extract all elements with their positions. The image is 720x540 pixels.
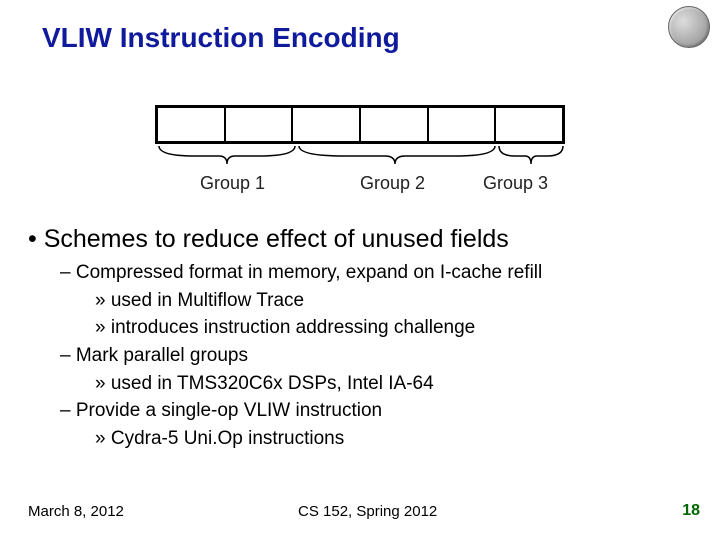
main-bullet: • Schemes to reduce effect of unused fie… xyxy=(28,225,509,254)
op-slot xyxy=(158,108,226,141)
op-slot xyxy=(293,108,361,141)
slide-title: VLIW Instruction Encoding xyxy=(42,22,400,54)
op-slot xyxy=(496,108,562,141)
group-3-label: Group 3 xyxy=(483,173,548,194)
group-braces-icon xyxy=(155,142,565,172)
op-slot xyxy=(429,108,497,141)
list-item: – Mark parallel groups xyxy=(60,343,542,369)
footer-course: CS 152, Spring 2012 xyxy=(298,503,437,520)
group-1-label: Group 1 xyxy=(200,173,265,194)
group-2-label: Group 2 xyxy=(360,173,425,194)
footer-page-number: 18 xyxy=(682,502,700,520)
list-item: » used in Multiflow Trace xyxy=(95,288,542,314)
list-item: – Provide a single-op VLIW instruction xyxy=(60,398,542,424)
list-item: » introduces instruction addressing chal… xyxy=(95,315,542,341)
footer-date: March 8, 2012 xyxy=(28,503,124,520)
op-slot xyxy=(226,108,294,141)
sub-bullet-list: – Compressed format in memory, expand on… xyxy=(60,260,542,453)
seal-logo-icon xyxy=(668,6,710,48)
list-item: » Cydra-5 Uni.Op instructions xyxy=(95,426,542,452)
list-item: – Compressed format in memory, expand on… xyxy=(60,260,542,286)
instruction-encoding-diagram xyxy=(155,105,565,177)
instruction-word-box xyxy=(155,105,565,144)
list-item: » used in TMS320C6x DSPs, Intel IA-64 xyxy=(95,371,542,397)
op-slot xyxy=(361,108,429,141)
